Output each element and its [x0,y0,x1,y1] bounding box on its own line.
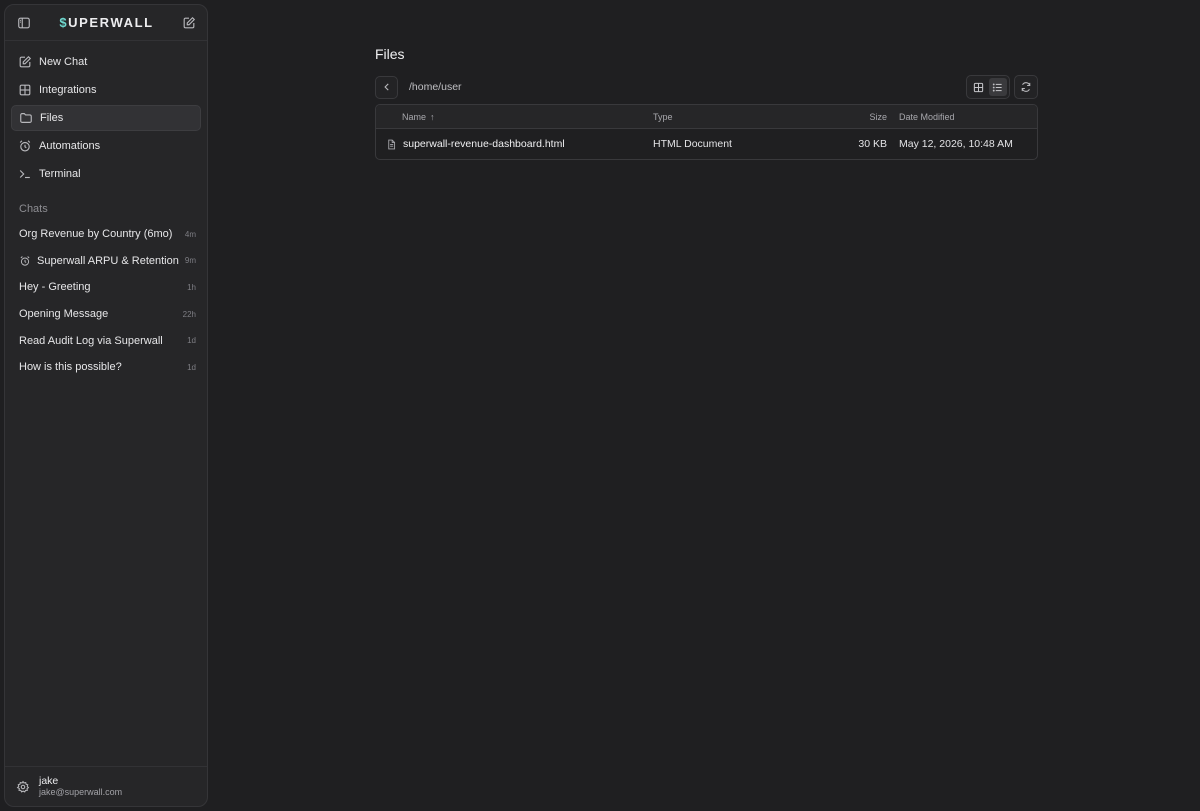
view-toggle [966,75,1010,99]
chats-heading: Chats [19,203,48,215]
files-toolbar: /home/user [375,75,1038,99]
file-size: 30 KB [858,138,887,150]
column-name[interactable]: Name ↑ [376,112,653,122]
page-title: Files [375,46,405,62]
chat-title: Org Revenue by Country (6mo) [19,228,173,241]
nav-item-label: Terminal [39,168,81,180]
table-header: Name ↑ Type Size Date Modified [376,105,1037,129]
chevron-left-icon [382,82,392,92]
edit-icon [18,55,32,69]
sidebar: $UPERWALL New Chat Integrations Files Au… [4,4,208,807]
alarm-clock-icon [19,255,31,267]
nav-item-label: Files [40,112,64,124]
file-name: superwall-revenue-dashboard.html [403,138,565,150]
chat-item[interactable]: Superwall ARPU & Retention 9m [5,248,207,275]
chat-time: 1d [187,362,196,372]
current-path: /home/user [409,81,462,93]
chat-item[interactable]: How is this possible? 1d [5,354,207,381]
list-icon [992,82,1002,92]
terminal-icon [18,167,32,181]
column-size[interactable]: Size [823,112,887,122]
sidebar-nav: New Chat Integrations Files Automations … [5,41,207,187]
table-row[interactable]: superwall-revenue-dashboard.html HTML Do… [376,129,1037,159]
list-view-button[interactable] [988,78,1007,96]
chat-title: How is this possible? [19,361,122,374]
sort-ascending-icon: ↑ [430,111,435,122]
chat-item[interactable]: Opening Message 22h [5,301,207,328]
sidebar-toggle-icon[interactable] [17,16,31,30]
nav-item-files[interactable]: Files [11,105,201,131]
nav-item-new-chat[interactable]: New Chat [11,49,201,75]
files-panel: Files /home/user Name ↑ Type Size Date M… [375,46,1038,160]
refresh-icon [1020,81,1032,93]
grid-view-button[interactable] [970,78,988,96]
column-type[interactable]: Type [653,112,823,122]
folder-icon [19,111,33,125]
grid-icon [973,82,984,92]
nav-item-automations[interactable]: Automations [11,133,201,159]
chat-title: Superwall ARPU & Retention [37,254,179,267]
nav-item-integrations[interactable]: Integrations [11,77,201,103]
chat-list: Org Revenue by Country (6mo) 4m Superwal… [5,221,207,381]
user-email: jake@superwall.com [39,787,123,797]
chat-time: 22h [182,309,196,319]
file-type: HTML Document [653,138,732,150]
brand-logo: $UPERWALL [59,15,154,30]
chat-time: 9m [184,256,196,266]
chat-item[interactable]: Org Revenue by Country (6mo) 4m [5,221,207,248]
chat-title: Read Audit Log via Superwall [19,334,163,347]
chat-time: 1d [187,336,196,346]
nav-item-label: Automations [39,140,101,152]
nav-item-label: Integrations [39,84,97,96]
user-info[interactable]: jake jake@superwall.com [39,775,122,798]
file-date-modified: May 12, 2026, 10:48 AM [899,138,1013,150]
user-name: jake [39,775,59,787]
chat-title: Opening Message [19,308,109,321]
nav-item-label: New Chat [39,56,88,68]
column-date-modified[interactable]: Date Modified [887,112,955,122]
chat-title: Hey - Greeting [19,281,91,294]
back-button[interactable] [375,75,398,99]
chat-item[interactable]: Read Audit Log via Superwall 1d [5,327,207,354]
grid-icon [18,83,32,97]
alarm-clock-icon [18,139,32,153]
nav-item-terminal[interactable]: Terminal [11,161,201,187]
chat-time: 1h [187,282,196,292]
file-icon [386,139,397,150]
chat-item[interactable]: Hey - Greeting 1h [5,274,207,301]
compose-icon[interactable] [182,16,196,30]
user-footer: jake jake@superwall.com [5,766,207,806]
refresh-button[interactable] [1014,75,1038,99]
files-table: Name ↑ Type Size Date Modified superwall… [375,104,1038,160]
chat-time: 4m [184,229,196,239]
sidebar-header: $UPERWALL [5,5,207,41]
gear-icon[interactable] [16,780,30,794]
